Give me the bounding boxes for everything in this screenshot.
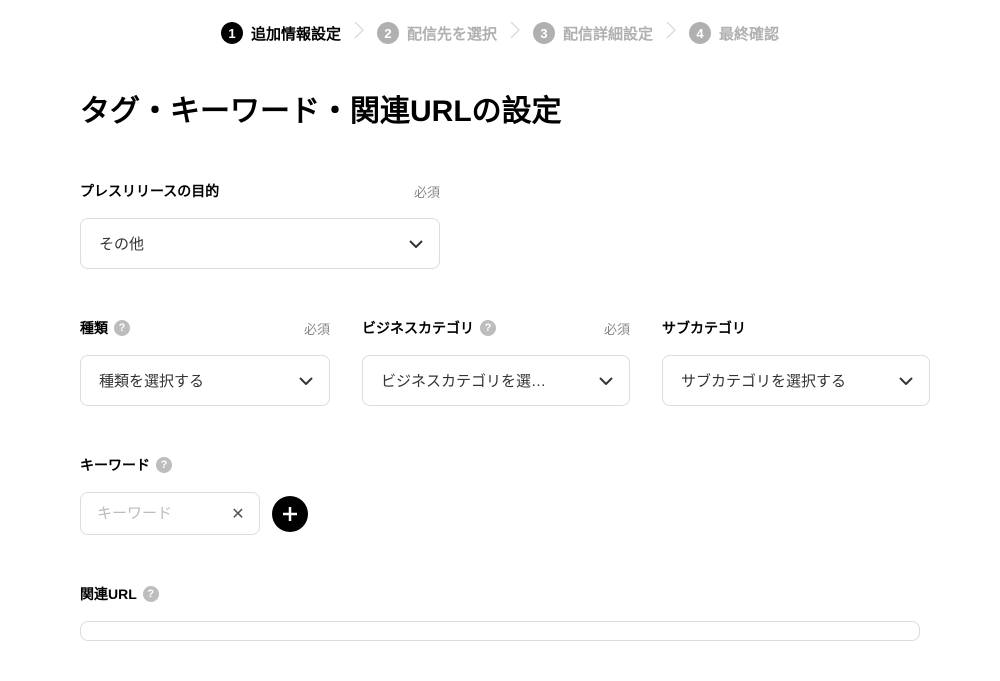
chevron-down-icon [599, 377, 613, 385]
subcat-label: サブカテゴリ [662, 318, 746, 338]
plus-icon [281, 505, 299, 523]
type-label: 種類 [80, 318, 108, 338]
step-label-3: 配信詳細設定 [563, 23, 653, 44]
chevron-down-icon [409, 240, 423, 248]
bizcat-select[interactable]: ビジネスカテゴリを選… [362, 355, 630, 406]
bizcat-required: 必須 [604, 319, 630, 338]
step-label-2: 配信先を選択 [407, 23, 497, 44]
purpose-value: その他 [99, 233, 144, 254]
subcat-value: サブカテゴリを選択する [681, 370, 846, 391]
step-label-1: 追加情報設定 [251, 23, 341, 44]
clear-icon[interactable]: ✕ [227, 503, 249, 525]
keyword-label: キーワード [80, 455, 150, 475]
step-3[interactable]: 3 配信詳細設定 [533, 22, 653, 44]
keyword-input[interactable] [97, 505, 219, 522]
step-num-3: 3 [533, 22, 555, 44]
keyword-input-wrap: ✕ [80, 492, 260, 535]
bizcat-label: ビジネスカテゴリ [362, 318, 474, 338]
step-separator [505, 20, 525, 46]
stepper: 1 追加情報設定 2 配信先を選択 3 配信詳細設定 4 最終確認 [0, 0, 1000, 86]
help-icon[interactable]: ? [480, 320, 496, 336]
step-4[interactable]: 4 最終確認 [689, 22, 779, 44]
help-icon[interactable]: ? [156, 457, 172, 473]
step-1[interactable]: 1 追加情報設定 [221, 22, 341, 44]
step-num-4: 4 [689, 22, 711, 44]
related-url-input[interactable] [80, 621, 920, 641]
step-separator [661, 20, 681, 46]
type-select[interactable]: 種類を選択する [80, 355, 330, 406]
purpose-label: プレスリリースの目的 [80, 181, 219, 201]
step-num-1: 1 [221, 22, 243, 44]
help-icon[interactable]: ? [114, 320, 130, 336]
add-keyword-button[interactable] [272, 496, 308, 532]
bizcat-value: ビジネスカテゴリを選… [381, 370, 546, 391]
type-value: 種類を選択する [99, 370, 204, 391]
step-label-4: 最終確認 [719, 23, 779, 44]
chevron-down-icon [899, 377, 913, 385]
chevron-down-icon [299, 377, 313, 385]
purpose-required: 必須 [414, 182, 440, 201]
step-2[interactable]: 2 配信先を選択 [377, 22, 497, 44]
subcat-select[interactable]: サブカテゴリを選択する [662, 355, 930, 406]
type-required: 必須 [304, 319, 330, 338]
purpose-select[interactable]: その他 [80, 218, 440, 269]
related-url-label: 関連URL [80, 584, 137, 604]
step-separator [349, 20, 369, 46]
step-num-2: 2 [377, 22, 399, 44]
page-title: タグ・キーワード・関連URLの設定 [80, 86, 920, 130]
